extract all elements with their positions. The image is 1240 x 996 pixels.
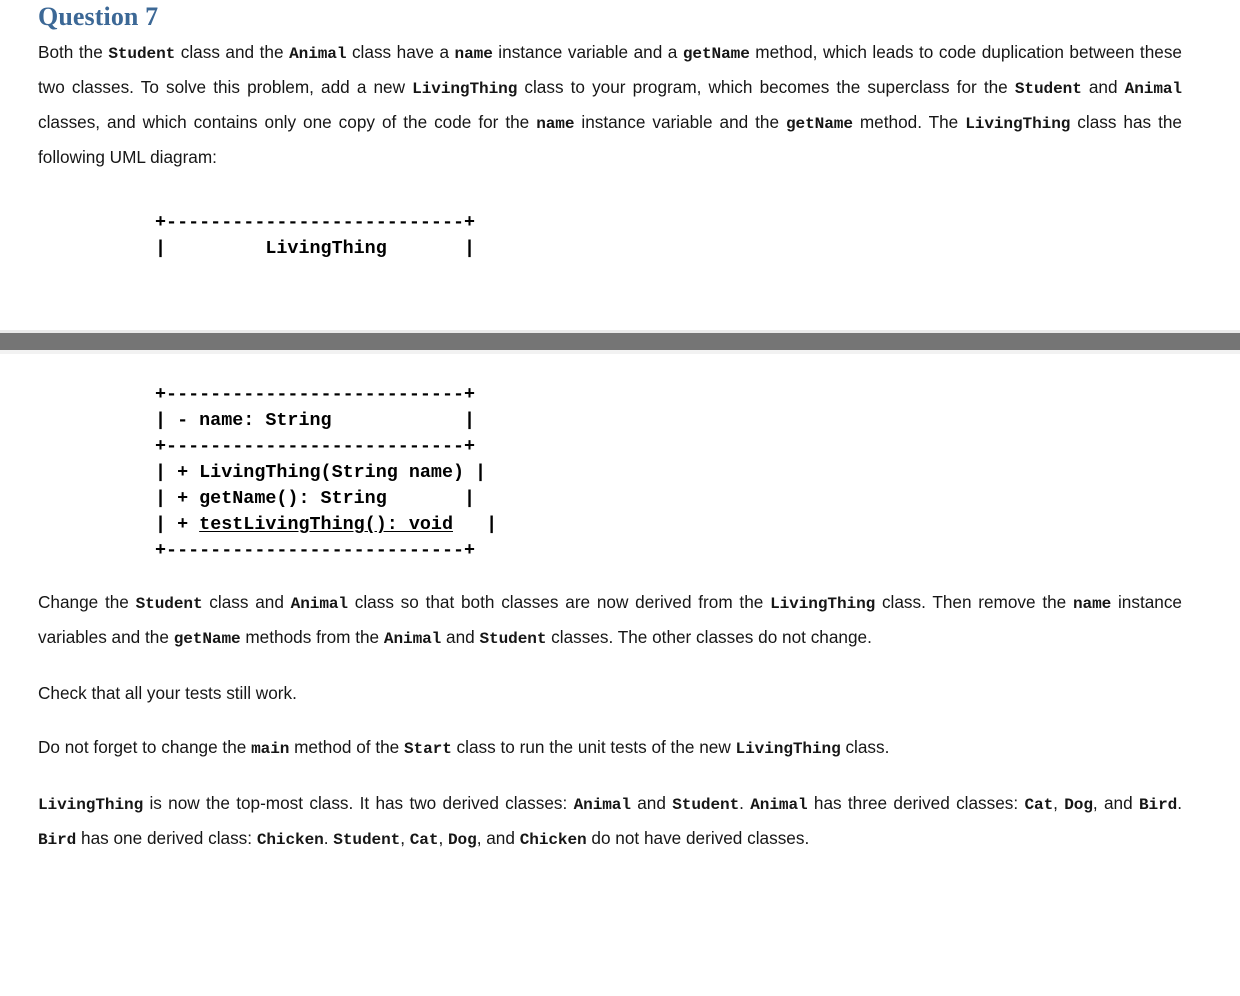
- uml-diagram-top-wrapper: +---------------------------+ | LivingTh…: [38, 174, 1182, 262]
- lower-section: +---------------------------+ | - name: …: [0, 382, 1240, 857]
- code-term: Animal: [1124, 80, 1182, 98]
- screenshot-seam-divider: [0, 333, 1240, 350]
- text-run: has three derived classes:: [807, 793, 1025, 813]
- code-term: Student: [672, 796, 740, 814]
- code-term: getName: [682, 45, 750, 63]
- text-run: .: [1177, 793, 1182, 813]
- code-term: name: [536, 115, 575, 133]
- code-term: Bird: [38, 831, 77, 849]
- text-run: methods from the: [240, 627, 384, 647]
- code-term: Chicken: [256, 831, 324, 849]
- text-run: , and: [1092, 793, 1139, 813]
- text-run: class have a: [346, 42, 455, 62]
- upper-section: Question 7 Both the Student class and th…: [0, 0, 1240, 262]
- text-run: has one derived class:: [76, 828, 257, 848]
- code-term: name: [454, 45, 493, 63]
- code-term: LivingThing: [412, 80, 518, 98]
- text-run: class. Then remove the: [875, 592, 1073, 612]
- spacer-after-uml: [38, 564, 1182, 586]
- code-term: Student: [135, 595, 203, 613]
- page-title: Question 7: [38, 2, 159, 31]
- hierarchy-paragraph: LivingThing is now the top-most class. I…: [38, 787, 1182, 857]
- code-term: Animal: [290, 595, 348, 613]
- uml-line-testlivingthing-prefix: | +: [155, 514, 200, 535]
- uml-line-border-bottom: +---------------------------+: [155, 540, 476, 561]
- code-term: Student: [1014, 80, 1082, 98]
- text-run: classes, and which contains only one cop…: [38, 112, 537, 132]
- text-run: method. The: [852, 112, 966, 132]
- text-run: and: [441, 627, 480, 647]
- code-term: LivingThing: [38, 796, 144, 814]
- uml-line-field-name: | - name: String |: [155, 410, 476, 431]
- change-classes-paragraph: Change the Student class and Animal clas…: [38, 586, 1182, 656]
- uml-line-constructor: | + LivingThing(String name) |: [155, 462, 487, 483]
- text-run: classes. The other classes do not change…: [546, 627, 872, 647]
- code-term: Dog: [1064, 796, 1093, 814]
- code-term: Student: [333, 831, 401, 849]
- text-run: ,: [400, 828, 410, 848]
- code-term: Cat: [1024, 796, 1054, 814]
- code-term: Animal: [573, 796, 631, 814]
- text-run: Both the: [38, 42, 109, 62]
- text-run: is now the top-most class. It has two de…: [143, 793, 574, 813]
- text-run: .: [739, 793, 751, 813]
- code-term: Start: [403, 740, 452, 758]
- uml-line-getname: | + getName(): String |: [155, 488, 476, 509]
- code-term: Animal: [750, 796, 808, 814]
- uml-line-border-top: +---------------------------+: [155, 384, 476, 405]
- code-term: Bird: [1138, 796, 1178, 814]
- check-tests-paragraph: Check that all your tests still work.: [38, 677, 1182, 710]
- text-run: class to run the unit tests of the new: [451, 737, 736, 757]
- code-term: getName: [786, 115, 853, 133]
- code-term: Animal: [289, 45, 347, 63]
- code-term: Student: [108, 45, 176, 63]
- seam-gap: [0, 262, 1240, 382]
- uml-line-testlivingthing-static: testLivingThing(): void: [199, 514, 453, 535]
- code-term: LivingThing: [770, 595, 876, 613]
- text-run: .: [323, 828, 334, 848]
- code-term: LivingThing: [965, 115, 1071, 133]
- intro-paragraph: Both the Student class and the Animal cl…: [38, 36, 1182, 174]
- uml-diagram-livingthing-header: +---------------------------+ | LivingTh…: [155, 212, 476, 259]
- code-term: Student: [479, 630, 547, 648]
- text-run: Do not forget to change the: [38, 737, 252, 757]
- code-term: main: [251, 740, 290, 758]
- text-run: class to your program, which becomes the…: [517, 77, 1015, 97]
- text-run: Change the: [38, 592, 136, 612]
- uml-diagram-livingthing-body: +---------------------------+ | - name: …: [38, 382, 1182, 564]
- uml-line-separator: +---------------------------+: [155, 436, 476, 457]
- text-run: method of the: [289, 737, 404, 757]
- text-run: ,: [438, 828, 448, 848]
- text-run: class so that both classes are now deriv…: [348, 592, 771, 612]
- code-term: name: [1072, 595, 1112, 613]
- code-term: getName: [173, 630, 241, 648]
- code-term: Dog: [448, 831, 477, 849]
- text-run: and: [630, 793, 673, 813]
- text-run: instance variable and the: [574, 112, 786, 132]
- text-run: , and: [476, 828, 520, 848]
- text-run: do not have derived classes.: [586, 828, 810, 848]
- code-term: Cat: [409, 831, 439, 849]
- text-run: Check that all your tests still work.: [38, 683, 297, 703]
- text-run: instance variable and a: [492, 42, 683, 62]
- text-run: class and: [202, 592, 291, 612]
- divider-highlight-bottom: [0, 350, 1240, 354]
- exercise-page: Question 7 Both the Student class and th…: [0, 0, 1240, 857]
- text-run: ,: [1053, 793, 1065, 813]
- text-run: class.: [840, 737, 890, 757]
- text-run: and: [1081, 77, 1125, 97]
- code-term: Animal: [383, 630, 442, 648]
- code-term: Chicken: [519, 831, 587, 849]
- text-run: class and the: [175, 42, 290, 62]
- uml-line-testlivingthing-suffix: |: [453, 514, 498, 535]
- main-method-paragraph: Do not forget to change the main method …: [38, 731, 1182, 766]
- code-term: LivingThing: [735, 740, 841, 758]
